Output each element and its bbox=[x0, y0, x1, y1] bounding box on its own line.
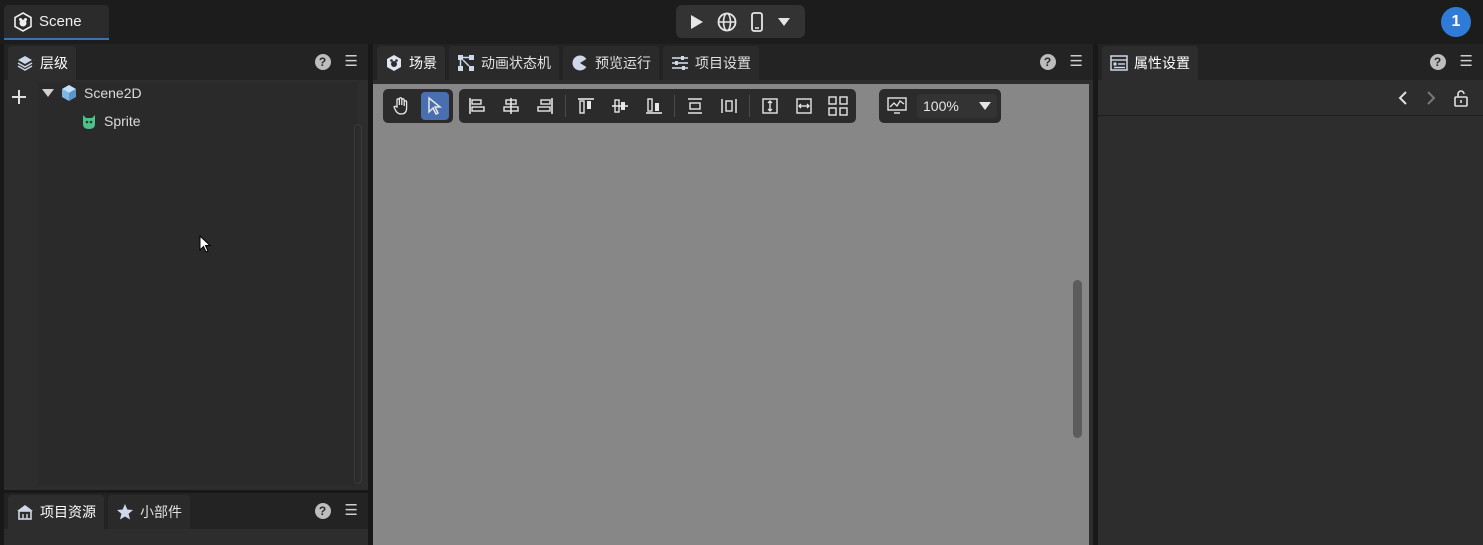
globe-icon[interactable] bbox=[717, 12, 737, 32]
viewport-scrollbar[interactable] bbox=[1073, 280, 1082, 438]
tab-label: 动画状态机 bbox=[481, 55, 551, 71]
navigation-tools bbox=[383, 89, 453, 123]
help-icon[interactable]: ? bbox=[1039, 54, 1056, 70]
tree-item-scene2d[interactable]: Scene2D bbox=[42, 84, 142, 102]
tab-preview-run[interactable]: 预览运行 bbox=[563, 46, 659, 80]
scene-viewport[interactable]: 100% bbox=[373, 84, 1089, 545]
run-controls bbox=[676, 5, 805, 38]
match-height-icon[interactable] bbox=[756, 92, 784, 120]
back-icon[interactable] bbox=[1397, 90, 1409, 106]
expand-triangle-icon[interactable] bbox=[42, 88, 54, 98]
toolbar-divider bbox=[674, 95, 675, 117]
play-icon[interactable] bbox=[690, 14, 704, 30]
align-middle-v-icon[interactable] bbox=[606, 92, 634, 120]
scene-icon bbox=[385, 54, 403, 72]
align-tools bbox=[459, 89, 856, 123]
tab-label: 小部件 bbox=[140, 504, 182, 520]
tab-scene[interactable]: 场景 bbox=[377, 46, 445, 80]
tab-widgets[interactable]: 小部件 bbox=[108, 495, 190, 529]
align-top-icon[interactable] bbox=[572, 92, 600, 120]
grid-icon[interactable] bbox=[824, 92, 852, 120]
monitor-stats-icon[interactable] bbox=[883, 92, 911, 120]
assets-tab-bar: 项目资源 小部件 ? ☰ bbox=[4, 493, 368, 529]
forward-icon[interactable] bbox=[1425, 90, 1437, 106]
mouse-cursor-icon bbox=[199, 235, 211, 253]
tab-label: 项目资源 bbox=[40, 504, 96, 520]
match-width-icon[interactable] bbox=[790, 92, 818, 120]
properties-tab-bar: 属性设置 ? ☰ bbox=[1098, 44, 1483, 80]
chevron-down-icon[interactable] bbox=[777, 17, 791, 27]
tab-label: 预览运行 bbox=[595, 55, 651, 71]
hierarchy-panel: 层级 ? ☰ Scene2D Sprite bbox=[4, 44, 368, 490]
state-machine-icon bbox=[457, 54, 475, 72]
cube-icon bbox=[60, 84, 78, 102]
sprite-icon bbox=[80, 112, 98, 130]
star-icon bbox=[116, 503, 134, 521]
toolbar-divider bbox=[565, 95, 566, 117]
sliders-icon bbox=[671, 54, 689, 72]
chevron-down-icon bbox=[979, 102, 991, 110]
help-icon[interactable]: ? bbox=[314, 503, 331, 519]
scene-panel: 场景 动画状态机 预览运行 项目设置 ? ☰ 100% bbox=[373, 44, 1093, 545]
notification-badge[interactable]: 1 bbox=[1441, 7, 1471, 37]
tab-project-settings[interactable]: 项目设置 bbox=[663, 46, 759, 80]
align-center-h-icon[interactable] bbox=[497, 92, 525, 120]
hierarchy-scrollbar[interactable] bbox=[354, 124, 362, 484]
add-icon[interactable] bbox=[11, 89, 27, 105]
menu-icon[interactable]: ☰ bbox=[345, 54, 358, 69]
distribute-vertical-icon[interactable] bbox=[681, 92, 709, 120]
tab-hierarchy[interactable]: 层级 bbox=[8, 46, 76, 80]
tree-item-label: Scene2D bbox=[84, 85, 142, 101]
tree-item-label: Sprite bbox=[104, 113, 141, 129]
zoom-select[interactable]: 100% bbox=[917, 94, 997, 118]
tab-hierarchy-label: 层级 bbox=[40, 55, 68, 71]
tab-label: 场景 bbox=[409, 55, 437, 71]
menu-icon[interactable]: ☰ bbox=[345, 503, 358, 518]
menu-icon[interactable]: ☰ bbox=[1070, 54, 1083, 69]
hierarchy-tab-bar: 层级 ? ☰ bbox=[4, 44, 368, 80]
distribute-horizontal-icon[interactable] bbox=[715, 92, 743, 120]
preview-icon bbox=[571, 54, 589, 72]
toolbar-divider bbox=[749, 95, 750, 117]
layers-icon bbox=[16, 54, 34, 72]
unlock-icon[interactable] bbox=[1453, 89, 1469, 107]
app-logo-icon bbox=[13, 11, 33, 32]
menu-icon[interactable]: ☰ bbox=[1460, 54, 1473, 69]
align-bottom-icon[interactable] bbox=[640, 92, 668, 120]
properties-icon bbox=[1110, 54, 1128, 72]
select-tool-icon[interactable] bbox=[421, 92, 449, 120]
tab-label: 属性设置 bbox=[1134, 55, 1190, 71]
assets-panel: 项目资源 小部件 ? ☰ bbox=[4, 493, 368, 545]
properties-panel: 属性设置 ? ☰ bbox=[1098, 44, 1483, 545]
home-icon bbox=[16, 503, 34, 521]
phone-icon[interactable] bbox=[750, 11, 764, 32]
help-icon[interactable]: ? bbox=[314, 54, 331, 70]
hand-tool-icon[interactable] bbox=[387, 92, 415, 120]
scene-tab-bar: 场景 动画状态机 预览运行 项目设置 ? ☰ bbox=[373, 44, 1093, 80]
align-right-icon[interactable] bbox=[531, 92, 559, 120]
tab-animation-state-machine[interactable]: 动画状态机 bbox=[449, 46, 559, 80]
tab-properties[interactable]: 属性设置 bbox=[1102, 46, 1198, 80]
scene-document-tab[interactable]: Scene bbox=[4, 5, 109, 40]
view-tools: 100% bbox=[879, 89, 1001, 123]
scene-tab-label: Scene bbox=[39, 13, 82, 30]
align-left-icon[interactable] bbox=[463, 92, 491, 120]
tree-item-sprite[interactable]: Sprite bbox=[80, 112, 141, 130]
properties-toolbar bbox=[1098, 80, 1483, 116]
zoom-value: 100% bbox=[923, 98, 959, 114]
hierarchy-tree: Scene2D Sprite bbox=[38, 82, 358, 486]
tab-label: 项目设置 bbox=[695, 55, 751, 71]
help-icon[interactable]: ? bbox=[1429, 54, 1446, 70]
tab-project-assets[interactable]: 项目资源 bbox=[8, 495, 104, 529]
